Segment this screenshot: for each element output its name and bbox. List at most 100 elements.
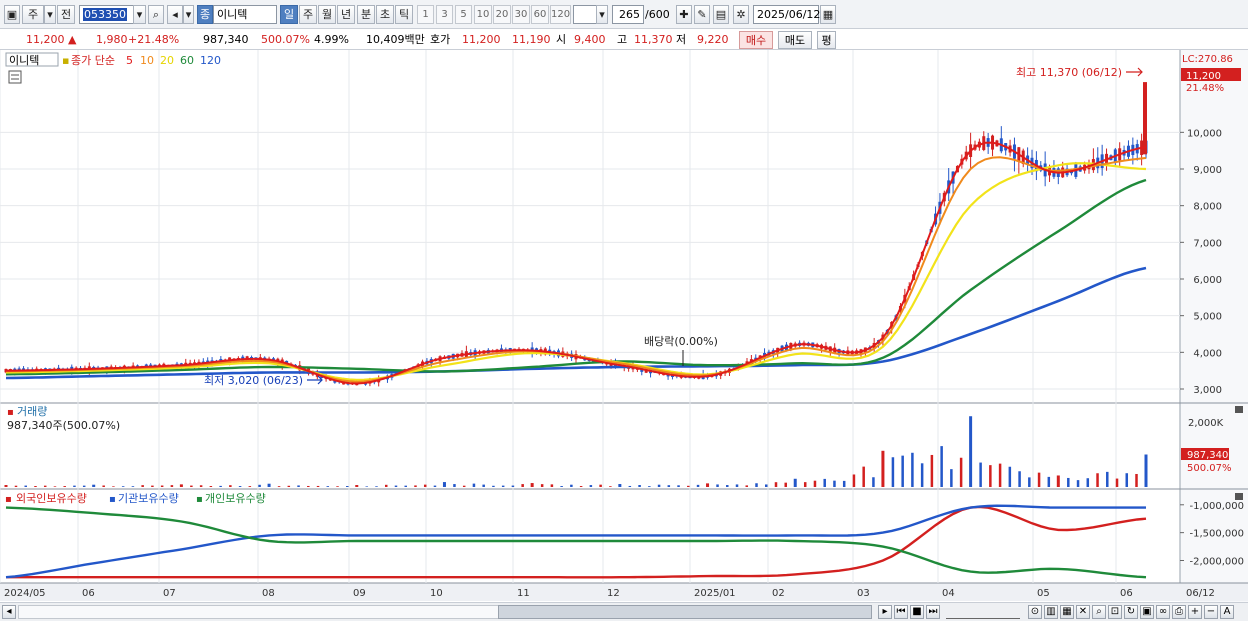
- scroll-thumb[interactable]: [498, 605, 872, 619]
- x-axis-label: 06: [82, 588, 95, 599]
- chart-scrollbar[interactable]: ◂ ▸ ⏮ ■ ⏭ ⊙ ▥ ▦ ✕ ⌕ ⊡ ↻ ▣ ∞ ⎙ + − A: [0, 602, 1248, 621]
- count-input[interactable]: 265: [612, 5, 644, 24]
- volume-bar: [160, 485, 164, 487]
- gear-icon[interactable]: ✲: [733, 5, 749, 24]
- calendar-icon[interactable]: ▦: [820, 5, 836, 24]
- refresh-icon[interactable]: ↻: [1124, 605, 1138, 619]
- period-tab-tick[interactable]: 틱: [395, 5, 413, 24]
- market-dropdown-icon[interactable]: ▾: [44, 5, 56, 24]
- save-icon[interactable]: ▤: [713, 5, 729, 24]
- scroll-right-icon[interactable]: ▸: [878, 605, 892, 619]
- period-tab-day[interactable]: 일: [280, 5, 298, 24]
- volume-bar: [1028, 477, 1031, 487]
- speaker-dropdown-icon[interactable]: ▾: [183, 5, 194, 24]
- scroll-last-icon[interactable]: ⏭: [926, 605, 940, 619]
- link-icon[interactable]: ∞: [1156, 605, 1170, 619]
- stock-name-field[interactable]: 이니텍: [213, 5, 277, 24]
- zoom-reset-icon[interactable]: ⊙: [1028, 605, 1042, 619]
- speaker-icon[interactable]: ◂: [167, 5, 183, 24]
- volume-bar: [209, 486, 213, 487]
- volume-bar: [560, 486, 563, 487]
- volume-current-tag-text: 987,340: [1187, 450, 1228, 461]
- interval-5[interactable]: 5: [455, 5, 472, 24]
- interval-20[interactable]: 20: [493, 5, 511, 24]
- volume-panel-close-icon[interactable]: [1235, 406, 1243, 413]
- bid-price: 11,190: [512, 33, 551, 46]
- volume-bar: [618, 484, 622, 487]
- current-price: 11,200: [26, 33, 65, 46]
- volume-bar: [881, 450, 885, 487]
- stock-code-input[interactable]: 053350: [79, 5, 134, 24]
- average-button[interactable]: 평: [817, 31, 836, 49]
- volume-bar: [43, 485, 47, 487]
- volume-bar: [238, 486, 242, 487]
- market-select[interactable]: 주: [22, 5, 44, 24]
- stock-chart[interactable]: 이니텍 ▪ 종가 단순 5 10 20 60 120 최고 11,370 (06…: [0, 50, 1248, 605]
- pen-icon[interactable]: ✎: [694, 5, 710, 24]
- up-arrow-icon: ▲: [68, 33, 77, 46]
- market-label: 주: [27, 8, 39, 21]
- table-toggle-icon[interactable]: [8, 70, 22, 84]
- volume-bar: [530, 483, 534, 487]
- legend-ma-5: 5: [126, 54, 133, 67]
- zoom-in-icon[interactable]: +: [1188, 605, 1202, 619]
- volume-ratio: 500.07%: [261, 33, 310, 46]
- x-axis-label: 11: [517, 588, 530, 599]
- save-image-icon[interactable]: ▣: [1140, 605, 1154, 619]
- volume-bar: [1037, 472, 1041, 487]
- period-tab-second[interactable]: 초: [376, 5, 394, 24]
- volume-bar: [657, 484, 661, 487]
- interval-3[interactable]: 3: [436, 5, 453, 24]
- holding-panel-close-icon[interactable]: [1235, 493, 1243, 500]
- period-tab-week[interactable]: 주: [299, 5, 317, 24]
- dividend-annotation: 배당락(0.00%): [644, 335, 718, 348]
- volume-bar: [979, 462, 982, 487]
- cross-icon[interactable]: ✕: [1076, 605, 1090, 619]
- zoom-slider[interactable]: [946, 605, 1020, 619]
- interval-30[interactable]: 30: [512, 5, 530, 24]
- interval-10[interactable]: 10: [474, 5, 492, 24]
- code-dropdown-icon[interactable]: ▾: [133, 5, 146, 24]
- buy-button[interactable]: 매수: [739, 31, 773, 49]
- x-axis-label: 03: [857, 588, 870, 599]
- scroll-left-icon[interactable]: ◂: [2, 605, 16, 619]
- interval-120[interactable]: 120: [550, 5, 571, 24]
- crosshair-icon[interactable]: ✚: [676, 5, 692, 24]
- volume-bar: [589, 485, 593, 487]
- period-tab-month[interactable]: 월: [318, 5, 336, 24]
- zoom-out-icon[interactable]: −: [1204, 605, 1218, 619]
- window-icon[interactable]: ▣: [4, 5, 20, 24]
- print-icon[interactable]: ⎙: [1172, 605, 1186, 619]
- price-tick-label: 8,000: [1193, 202, 1222, 213]
- volume-bar: [258, 484, 261, 487]
- date-input[interactable]: 2025/06/12: [753, 5, 820, 24]
- legend-ma-label: 종가 단순: [71, 54, 115, 67]
- font-size-icon[interactable]: A: [1220, 605, 1234, 619]
- period-tab-year[interactable]: 년: [337, 5, 355, 24]
- search-icon[interactable]: ⌕: [148, 5, 164, 24]
- high-annotation: 최고 11,370 (06/12): [1016, 66, 1122, 79]
- layout-icon[interactable]: ▥: [1044, 605, 1058, 619]
- volume-bar: [190, 485, 193, 487]
- volume-bar: [199, 485, 203, 487]
- interval-1[interactable]: 1: [417, 5, 434, 24]
- volume-bar: [687, 485, 690, 487]
- chart-type-icon[interactable]: ▦: [1060, 605, 1074, 619]
- stop-icon[interactable]: ■: [910, 605, 924, 619]
- prefix-button[interactable]: 전: [57, 5, 75, 24]
- volume-bar: [1067, 477, 1070, 487]
- legend-foreign-holding: 외국인보유수량: [16, 492, 87, 505]
- period-tab-minute[interactable]: 분: [357, 5, 375, 24]
- volume-bar: [462, 485, 466, 487]
- zoom-icon[interactable]: ⌕: [1092, 605, 1106, 619]
- lock-icon[interactable]: ⊡: [1108, 605, 1122, 619]
- x-axis-label: 09: [353, 588, 366, 599]
- stock-badge: 종: [197, 5, 213, 24]
- x-axis-label: 10: [430, 588, 443, 599]
- chart-area[interactable]: 이니텍 ▪ 종가 단순 5 10 20 60 120 최고 11,370 (06…: [0, 50, 1248, 605]
- scroll-first-icon[interactable]: ⏮: [894, 605, 908, 619]
- custom-interval-dropdown-icon[interactable]: ▾: [596, 5, 608, 24]
- sell-button[interactable]: 매도: [778, 31, 812, 49]
- x-axis-label: 12: [607, 588, 620, 599]
- interval-60[interactable]: 60: [531, 5, 549, 24]
